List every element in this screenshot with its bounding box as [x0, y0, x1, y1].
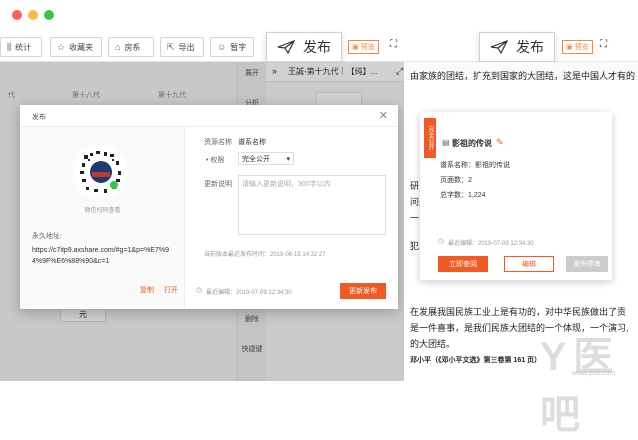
publish-button-right[interactable]: 发布	[479, 32, 555, 62]
app-window: ⫼ 统计 ☆ 收藏夹 ⌂ 房系 ⇱ 导出 ☺ 暂字 发布 ▣ 预览 ⛶ 发布 ▣ 预览 ⛶ 代…	[0, 0, 638, 437]
publish-button[interactable]: 发布	[266, 32, 342, 62]
qr-caption: 微信扫码查看	[84, 208, 121, 214]
paragraph: 的大团结。	[410, 339, 456, 349]
card-words-line: 总字数：1,224	[440, 192, 486, 199]
home-icon: ⌂	[115, 41, 121, 52]
update-publish-button[interactable]: 更新发布	[340, 283, 386, 299]
permalink-label: 永久地址:	[32, 233, 62, 240]
paragraph: 在发展我国民族工业上是有功的，对中华民族做出了贡	[410, 307, 627, 317]
dialog-header: 发布 ✕	[20, 105, 398, 127]
favorites-button[interactable]: ☆ 收藏夹	[50, 37, 102, 57]
share-panel: 微信扫码查看 永久地址: https://c7itp9.axshare.com/…	[20, 127, 185, 309]
stats-button[interactable]: ⫼ 统计	[0, 37, 42, 57]
favorites-label: 收藏夹	[69, 42, 94, 52]
preview-label: 预览	[360, 44, 375, 51]
person-icon: ☺	[217, 41, 227, 52]
permission-label: • 权限	[206, 157, 225, 164]
version-time: 当前版本最近发布时间：2019-08-15 14:32:27	[204, 252, 326, 258]
paper-plane-icon	[277, 40, 295, 54]
public-ribbon: 完全公开	[424, 118, 436, 158]
close-icon[interactable]: ✕	[379, 109, 388, 122]
card-pages-line: 页面数：2	[440, 177, 472, 184]
maximize-window-button[interactable]	[44, 10, 54, 20]
preview-button[interactable]: ▣ 预览	[348, 40, 379, 54]
resource-name-value: 谱系名称	[238, 139, 266, 146]
layout-button[interactable]: ⌂ 房系	[108, 37, 154, 57]
card-last-edit: 最近编辑：2019-07-09 12:34:30	[448, 241, 534, 247]
citation: 邓小平（《邓小平文选》第三卷第 161 页）	[410, 357, 542, 364]
export-button[interactable]: ⇱ 导出	[160, 37, 204, 57]
card-name-line: 谱系名称：影祖的传说	[440, 162, 510, 169]
stop-publish-label: 发布停审	[573, 261, 601, 268]
publish-label: 发布	[516, 39, 544, 55]
update-desc-label: 更新说明	[204, 181, 232, 188]
stop-publish-button[interactable]: 发布停审	[566, 256, 608, 272]
preview-icon: ▣	[352, 44, 359, 51]
paragraph: 由家族的团结，扩充到国家的大团结，这是中国人才有的	[410, 71, 636, 81]
minimize-window-button[interactable]	[28, 10, 38, 20]
watermark-logo: Y 医吧	[540, 335, 613, 437]
update-publish-label: 更新发布	[349, 288, 377, 295]
qr-code	[74, 145, 128, 199]
help-label: 暂字	[230, 42, 247, 52]
layout-label: 房系	[124, 42, 141, 52]
close-window-button[interactable]	[12, 10, 22, 20]
export-icon: ⇱	[167, 41, 175, 52]
preview-label: 预览	[574, 44, 589, 51]
toolbar: ⫼ 统计 ☆ 收藏夹 ⌂ 房系 ⇱ 导出 ☺ 暂字 发布 ▣ 预览 ⛶ 发布 ▣ 预览 ⛶	[0, 32, 638, 62]
publish-dialog: 发布 ✕ 微信扫码查看 永久地址: https://c7itp9.axshare…	[20, 105, 398, 309]
permission-value: 完全公开	[242, 155, 270, 163]
view-now-label: 立即查阅	[449, 261, 477, 268]
card-title: 影祖的传说	[452, 139, 492, 148]
edit-button[interactable]: 编辑	[504, 256, 554, 272]
permission-select[interactable]: 完全公开 ▾	[238, 152, 294, 165]
chevron-down-icon: ▾	[286, 155, 290, 163]
paper-plane-icon	[490, 40, 508, 54]
export-label: 导出	[178, 42, 195, 52]
open-link[interactable]: 打开	[164, 285, 178, 295]
publish-label: 发布	[303, 39, 331, 55]
watermark-url: www.pc6.com	[572, 370, 616, 377]
document-icon: ▤	[442, 138, 450, 147]
title-bar	[0, 0, 638, 32]
paragraph: 犯	[410, 241, 420, 251]
paragraph: 研	[410, 181, 420, 191]
preview-button-right[interactable]: ▣ 预览	[562, 40, 593, 54]
paragraph: 一	[410, 213, 420, 223]
resource-name-label: 资源名称	[204, 139, 232, 146]
update-desc-input[interactable]: 请输入更新说明，300字以内	[238, 175, 386, 235]
help-button[interactable]: ☺ 暂字	[210, 37, 254, 57]
copy-link[interactable]: 复制	[140, 285, 154, 295]
ribbon-label: 完全公开	[427, 126, 433, 150]
bars-icon: ⫼	[7, 41, 12, 52]
fullscreen-icon[interactable]: ⛶	[600, 39, 607, 50]
star-icon: ☆	[57, 41, 66, 52]
stats-label: 统计	[15, 42, 32, 52]
clock-icon: ◷	[196, 287, 203, 294]
fullscreen-icon[interactable]: ⛶	[390, 39, 397, 50]
clock-icon: ◷	[438, 238, 445, 245]
preview-icon: ▣	[566, 44, 573, 51]
edit-label: 编辑	[522, 261, 536, 268]
dialog-title: 发布	[32, 114, 46, 121]
pencil-icon[interactable]: ✎	[496, 137, 504, 148]
view-now-button[interactable]: 立即查阅	[438, 256, 488, 272]
permalink-url: https://c7itp9.axshare.com/#g=1&p=%E7%94…	[32, 247, 169, 265]
qr-code-image	[75, 146, 127, 198]
last-edit-time: 最近编辑：2019-07-09 12:34:30	[206, 290, 292, 296]
genealogy-card: ▤ 影祖的传说 ✎ 谱系名称：影祖的传说 页面数：2 总字数：1,224 ◷ 最…	[420, 112, 612, 280]
